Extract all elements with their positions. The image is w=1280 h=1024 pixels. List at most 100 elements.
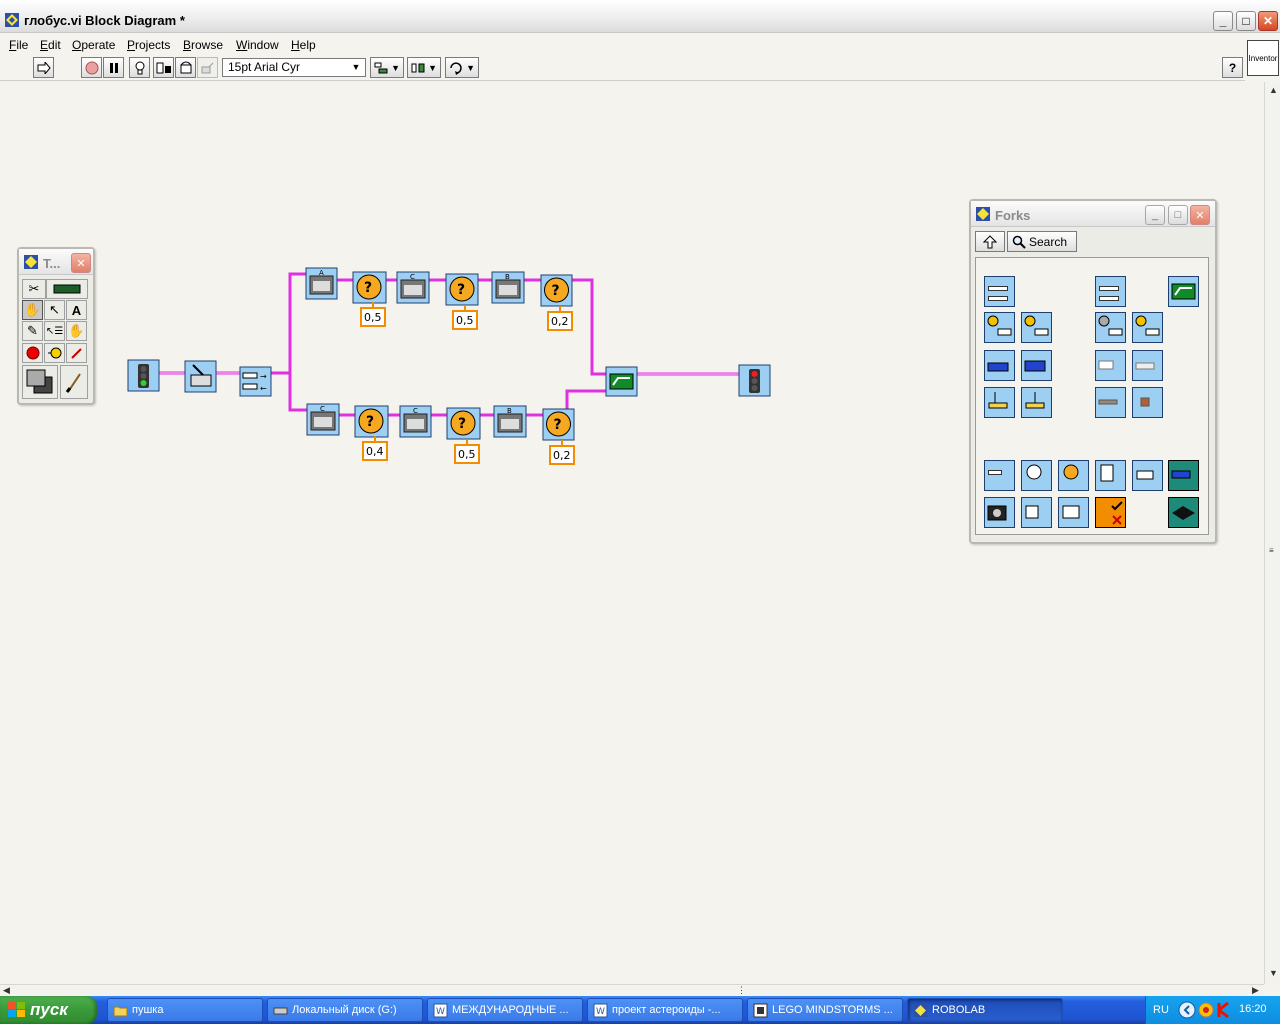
wait-constant[interactable]: 0,2 — [549, 440, 575, 465]
position-tool-icon[interactable]: ↖ — [44, 300, 65, 320]
align-objects-button[interactable]: ▼ — [370, 57, 404, 78]
timer-fork-icon[interactable] — [1132, 387, 1163, 418]
task-split-icon[interactable] — [984, 276, 1015, 307]
motor-block[interactable]: C — [306, 403, 340, 436]
pause-button[interactable] — [103, 57, 124, 78]
message-fork-icon[interactable] — [1095, 460, 1126, 491]
distribute-objects-button[interactable]: ▼ — [407, 57, 441, 78]
tray-expand-icon[interactable] — [1178, 1001, 1196, 1019]
get-color-tool-icon[interactable] — [66, 343, 87, 363]
close-button[interactable]: ✕ — [1258, 11, 1278, 31]
motor-block[interactable]: C — [396, 271, 430, 304]
true-false-fork-icon[interactable] — [1095, 497, 1126, 528]
highlight-execution-button[interactable] — [129, 57, 150, 78]
mail-fork-icon[interactable] — [1095, 350, 1126, 381]
ir-fork-icon[interactable] — [1132, 350, 1163, 381]
probe-tool-icon[interactable] — [44, 343, 65, 363]
rcx-fork-alt-icon[interactable] — [1021, 350, 1052, 381]
abort-button[interactable] — [81, 57, 102, 78]
camera-fork-icon[interactable] — [984, 497, 1015, 528]
menu-operate[interactable]: Operate — [72, 38, 115, 52]
task-merge-icon[interactable] — [1168, 276, 1199, 307]
scroll-right-icon[interactable]: ▶ — [1252, 985, 1259, 996]
rcx-fork-icon[interactable] — [984, 350, 1015, 381]
taskbar-item-word-project[interactable]: W проект астероиды -... — [587, 998, 743, 1022]
wait-block[interactable]: ? — [354, 405, 389, 438]
scroll-thumb-grip-icon[interactable]: ⋮ — [737, 985, 746, 996]
taskbar-item-local-disk[interactable]: Локальный диск (G:) — [267, 998, 423, 1022]
menu-projects[interactable]: Projects — [127, 38, 170, 52]
wait-block[interactable]: ? — [542, 408, 575, 441]
motor-block[interactable]: A — [305, 267, 338, 300]
time-fork-icon[interactable] — [1058, 497, 1089, 528]
wait-block[interactable]: ? — [352, 271, 387, 304]
menu-browse[interactable]: Browse — [183, 38, 223, 52]
wait-constant[interactable]: 0,5 — [454, 439, 480, 464]
font-select[interactable]: 15pt Arial Cyr ▼ — [222, 58, 366, 77]
sensor-fork-icon[interactable] — [984, 387, 1015, 418]
wait-block[interactable]: ? — [446, 407, 481, 440]
auto-tool-toggle[interactable] — [46, 279, 88, 299]
automatic-tool-icon[interactable]: ✂ — [22, 279, 46, 299]
reorder-button[interactable]: ▼ — [445, 57, 479, 78]
tools-palette-close-button[interactable]: ✕ — [71, 253, 91, 273]
task-split-block[interactable]: → ← — [239, 366, 272, 397]
minimize-button[interactable]: _ — [1213, 11, 1233, 31]
light-fork-icon[interactable] — [1021, 312, 1052, 343]
menu-edit[interactable]: Edit — [40, 38, 61, 52]
scroll-thumb-grip-icon[interactable]: ≡ — [1269, 546, 1274, 555]
wait-constant[interactable]: 0,5 — [360, 302, 386, 327]
wait-constant[interactable]: 0,5 — [452, 305, 478, 330]
window-title-bar[interactable]: глобус.vi Block Diagram * _ □ ✕ — [0, 0, 1280, 33]
random-fork-icon[interactable] — [1021, 497, 1052, 528]
taskbar-item-pushka[interactable]: пушка — [107, 998, 263, 1022]
touch-fork-icon[interactable] — [984, 312, 1015, 343]
taskbar-item-word-document[interactable]: W МЕЖДУНАРОДНЫЕ ... — [427, 998, 583, 1022]
menu-window[interactable]: Window — [236, 38, 279, 52]
context-help-button[interactable]: ? — [1222, 57, 1243, 78]
shortcut-menu-tool-icon[interactable]: ↖☰ — [44, 321, 65, 341]
end-block[interactable] — [738, 364, 771, 397]
motor-block[interactable]: B — [491, 271, 525, 304]
vertical-scrollbar[interactable]: ▲ ≡ ▼ — [1264, 82, 1280, 984]
wait-constant[interactable]: 0,2 — [547, 306, 573, 331]
step-over-button[interactable] — [175, 57, 196, 78]
forks-palette-close-button[interactable]: ✕ — [1190, 205, 1210, 225]
task-merge-block[interactable] — [605, 366, 638, 397]
clock-fork-icon[interactable] — [1021, 460, 1052, 491]
set-color-tool-icon[interactable] — [22, 365, 58, 399]
step-into-button[interactable] — [153, 57, 174, 78]
menu-help[interactable]: Help — [291, 38, 316, 52]
container-fork-icon[interactable] — [1095, 387, 1126, 418]
run-button[interactable] — [33, 57, 54, 78]
temperature-fork-icon[interactable] — [1132, 312, 1163, 343]
wait-block[interactable]: ? — [445, 273, 479, 306]
sensor-fork-alt-icon[interactable] — [1021, 387, 1052, 418]
forks-palette[interactable]: Forks _ □ ✕ Search — [969, 199, 1217, 544]
inventor-icon[interactable]: Inventor — [1247, 40, 1279, 76]
compare-fork-icon[interactable] — [1168, 460, 1199, 491]
forks-palette-title-bar[interactable]: Forks _ □ ✕ — [971, 201, 1215, 227]
paintbrush-tool-icon[interactable] — [60, 365, 88, 399]
taskbar-item-robolab[interactable]: ROBOLAB — [907, 998, 1063, 1022]
language-indicator[interactable]: RU — [1153, 1004, 1169, 1016]
tools-palette[interactable]: T... ✕ ✂ ✋ ↖ A ✎ ↖☰ ✋ — [17, 247, 95, 405]
scroll-left-icon[interactable]: ◀ — [3, 985, 10, 996]
step-out-button[interactable] — [197, 57, 218, 78]
touch-sensor-fork-icon[interactable] — [1168, 497, 1199, 528]
motor-block[interactable]: C — [399, 405, 432, 438]
operate-value-tool-icon[interactable]: ✋ — [22, 300, 43, 320]
wait-block[interactable]: ? — [540, 274, 573, 307]
connect-wire-tool-icon[interactable]: ✎ — [22, 321, 43, 341]
task-split-alt-icon[interactable] — [1095, 276, 1126, 307]
tray-kaspersky-icon[interactable] — [1216, 1002, 1232, 1018]
menu-file[interactable]: File — [9, 38, 28, 52]
edit-text-tool-icon[interactable]: A — [66, 300, 87, 320]
forks-palette-maximize-button[interactable]: □ — [1168, 205, 1188, 225]
scroll-down-icon[interactable]: ▼ — [1269, 968, 1278, 978]
motor-block[interactable]: B — [493, 405, 527, 438]
rcx-block[interactable] — [184, 360, 217, 393]
tray-antivirus-icon[interactable] — [1198, 1002, 1214, 1018]
maximize-button[interactable]: □ — [1236, 11, 1256, 31]
start-button[interactable]: пуск — [0, 996, 97, 1024]
